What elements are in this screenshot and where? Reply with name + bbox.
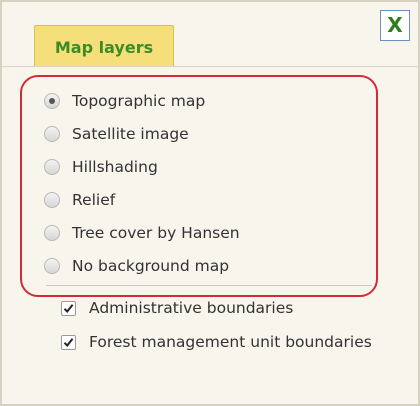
radio-label: Satellite image xyxy=(72,125,189,143)
checkbox-label: Forest management unit boundaries xyxy=(89,333,372,351)
checkbox-label: Administrative boundaries xyxy=(89,299,294,317)
radio-label: No background map xyxy=(72,257,230,275)
tab-underline xyxy=(2,66,418,67)
checkbox-checked-icon[interactable] xyxy=(61,300,76,316)
close-button[interactable]: X xyxy=(380,10,410,41)
radio-no-background-map[interactable]: No background map xyxy=(44,251,229,281)
checkbox-checked-icon[interactable] xyxy=(61,334,76,350)
radio-button-icon[interactable] xyxy=(44,225,60,241)
radio-button-icon[interactable] xyxy=(44,159,60,175)
checkbox-forest-management-unit-boundaries[interactable]: Forest management unit boundaries xyxy=(61,328,372,356)
radio-satellite-image[interactable]: Satellite image xyxy=(44,119,189,149)
radio-label: Hillshading xyxy=(72,158,158,176)
radio-label: Relief xyxy=(72,191,116,209)
radio-tree-cover-hansen[interactable]: Tree cover by Hansen xyxy=(44,218,240,248)
radio-relief[interactable]: Relief xyxy=(44,185,115,215)
radio-button-icon[interactable] xyxy=(44,126,60,142)
checkbox-administrative-boundaries[interactable]: Administrative boundaries xyxy=(61,294,293,322)
radio-button-icon[interactable] xyxy=(44,192,60,208)
radio-topographic-map[interactable]: Topographic map xyxy=(44,86,205,116)
radio-hillshading[interactable]: Hillshading xyxy=(44,152,158,182)
radio-label: Tree cover by Hansen xyxy=(72,224,240,242)
radio-label: Topographic map xyxy=(72,92,206,110)
map-layers-panel: X Map layers Topographic map Satellite i… xyxy=(0,0,420,406)
divider xyxy=(46,285,372,286)
radio-button-icon[interactable] xyxy=(44,258,60,274)
tab-map-layers[interactable]: Map layers xyxy=(34,25,174,67)
radio-button-checked-icon[interactable] xyxy=(44,93,60,109)
